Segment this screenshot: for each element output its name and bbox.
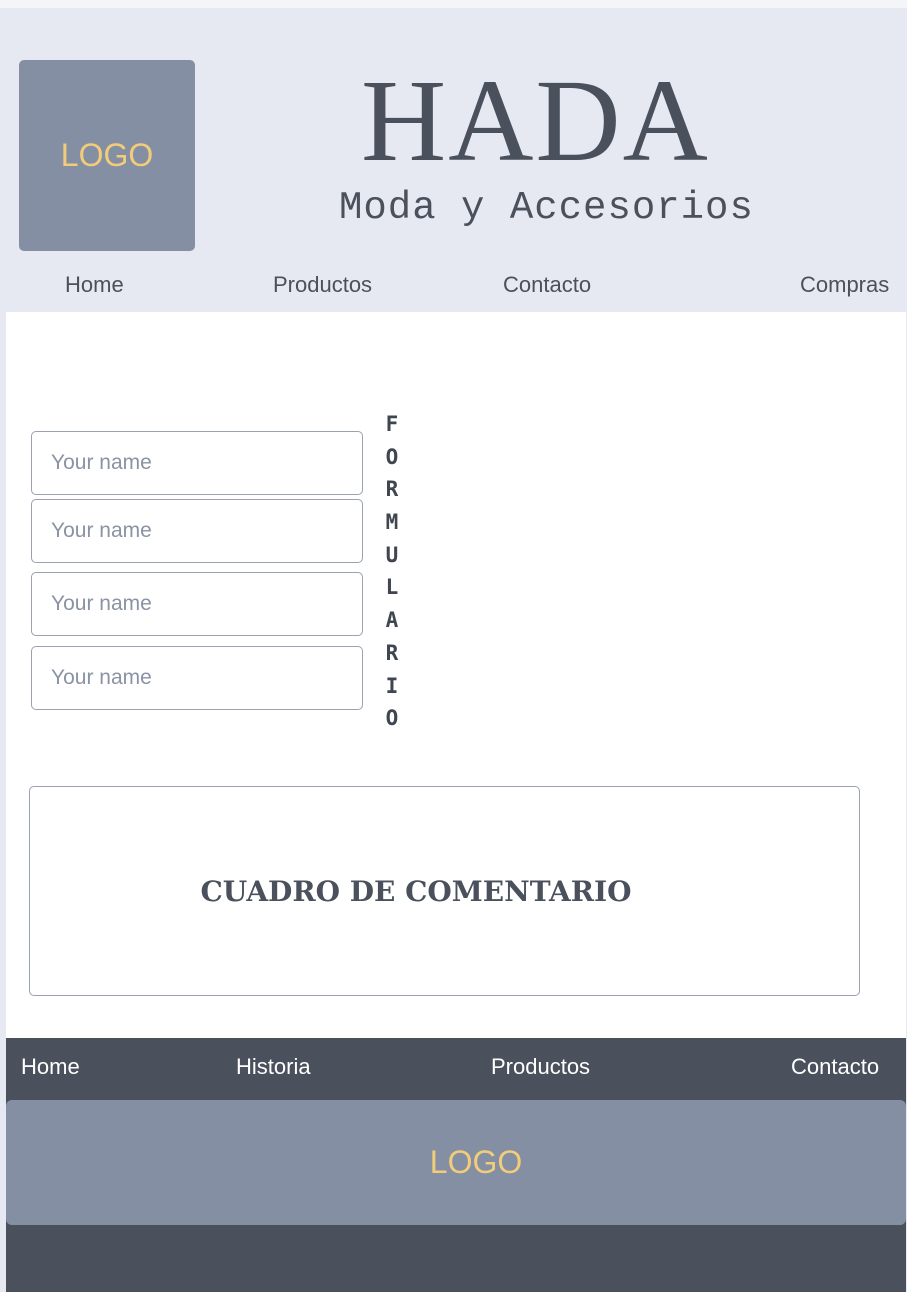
main-content: F O R M U L A R I O CUADRO DE COMENTARIO bbox=[6, 312, 906, 1038]
footer-link-historia[interactable]: Historia bbox=[236, 1054, 311, 1080]
footer-link-home[interactable]: Home bbox=[21, 1054, 80, 1080]
form-title-letter: A bbox=[385, 608, 399, 633]
form-vertical-title: F O R M U L A R I O bbox=[380, 408, 404, 735]
form-title-letter: I bbox=[385, 673, 399, 698]
form-title-letter: O bbox=[385, 444, 399, 469]
name-field-3[interactable] bbox=[31, 572, 363, 636]
page: LOGO HADA Moda y Accesorios Home Product… bbox=[0, 0, 907, 1292]
footer-logo[interactable]: LOGO bbox=[6, 1100, 906, 1225]
form-title-letter: R bbox=[385, 477, 399, 502]
comment-box-label: CUADRO DE COMENTARIO bbox=[200, 874, 632, 908]
name-field-1[interactable] bbox=[31, 431, 363, 495]
header-logo-text: LOGO bbox=[60, 137, 154, 173]
nav-link-home[interactable]: Home bbox=[65, 272, 124, 298]
nav-link-productos[interactable]: Productos bbox=[273, 272, 372, 298]
brand-subtitle: Moda y Accesorios bbox=[339, 186, 754, 230]
name-field-4[interactable] bbox=[31, 646, 363, 710]
brand-title: HADA bbox=[361, 55, 710, 186]
header-logo[interactable]: LOGO bbox=[19, 60, 195, 251]
top-divider bbox=[0, 0, 907, 8]
name-field-2[interactable] bbox=[31, 499, 363, 563]
form-title-letter: M bbox=[385, 510, 399, 535]
footer-logo-text: LOGO bbox=[429, 1144, 523, 1180]
form-title-letter: F bbox=[385, 412, 399, 436]
nav-link-compras[interactable]: Compras bbox=[800, 272, 889, 298]
nav-link-contacto[interactable]: Contacto bbox=[503, 272, 591, 298]
footer-link-productos[interactable]: Productos bbox=[491, 1054, 590, 1080]
comment-box[interactable]: CUADRO DE COMENTARIO bbox=[29, 786, 860, 996]
form-title-letter: U bbox=[385, 542, 399, 567]
form-title-letter: O bbox=[385, 706, 399, 731]
form-title-letter: R bbox=[385, 640, 399, 665]
site-header: LOGO HADA Moda y Accesorios Home Product… bbox=[6, 10, 906, 312]
form-title-letter: L bbox=[385, 575, 399, 600]
footer-link-contacto[interactable]: Contacto bbox=[791, 1054, 879, 1080]
site-footer: Home Historia Productos Contacto LOGO bbox=[6, 1038, 906, 1292]
